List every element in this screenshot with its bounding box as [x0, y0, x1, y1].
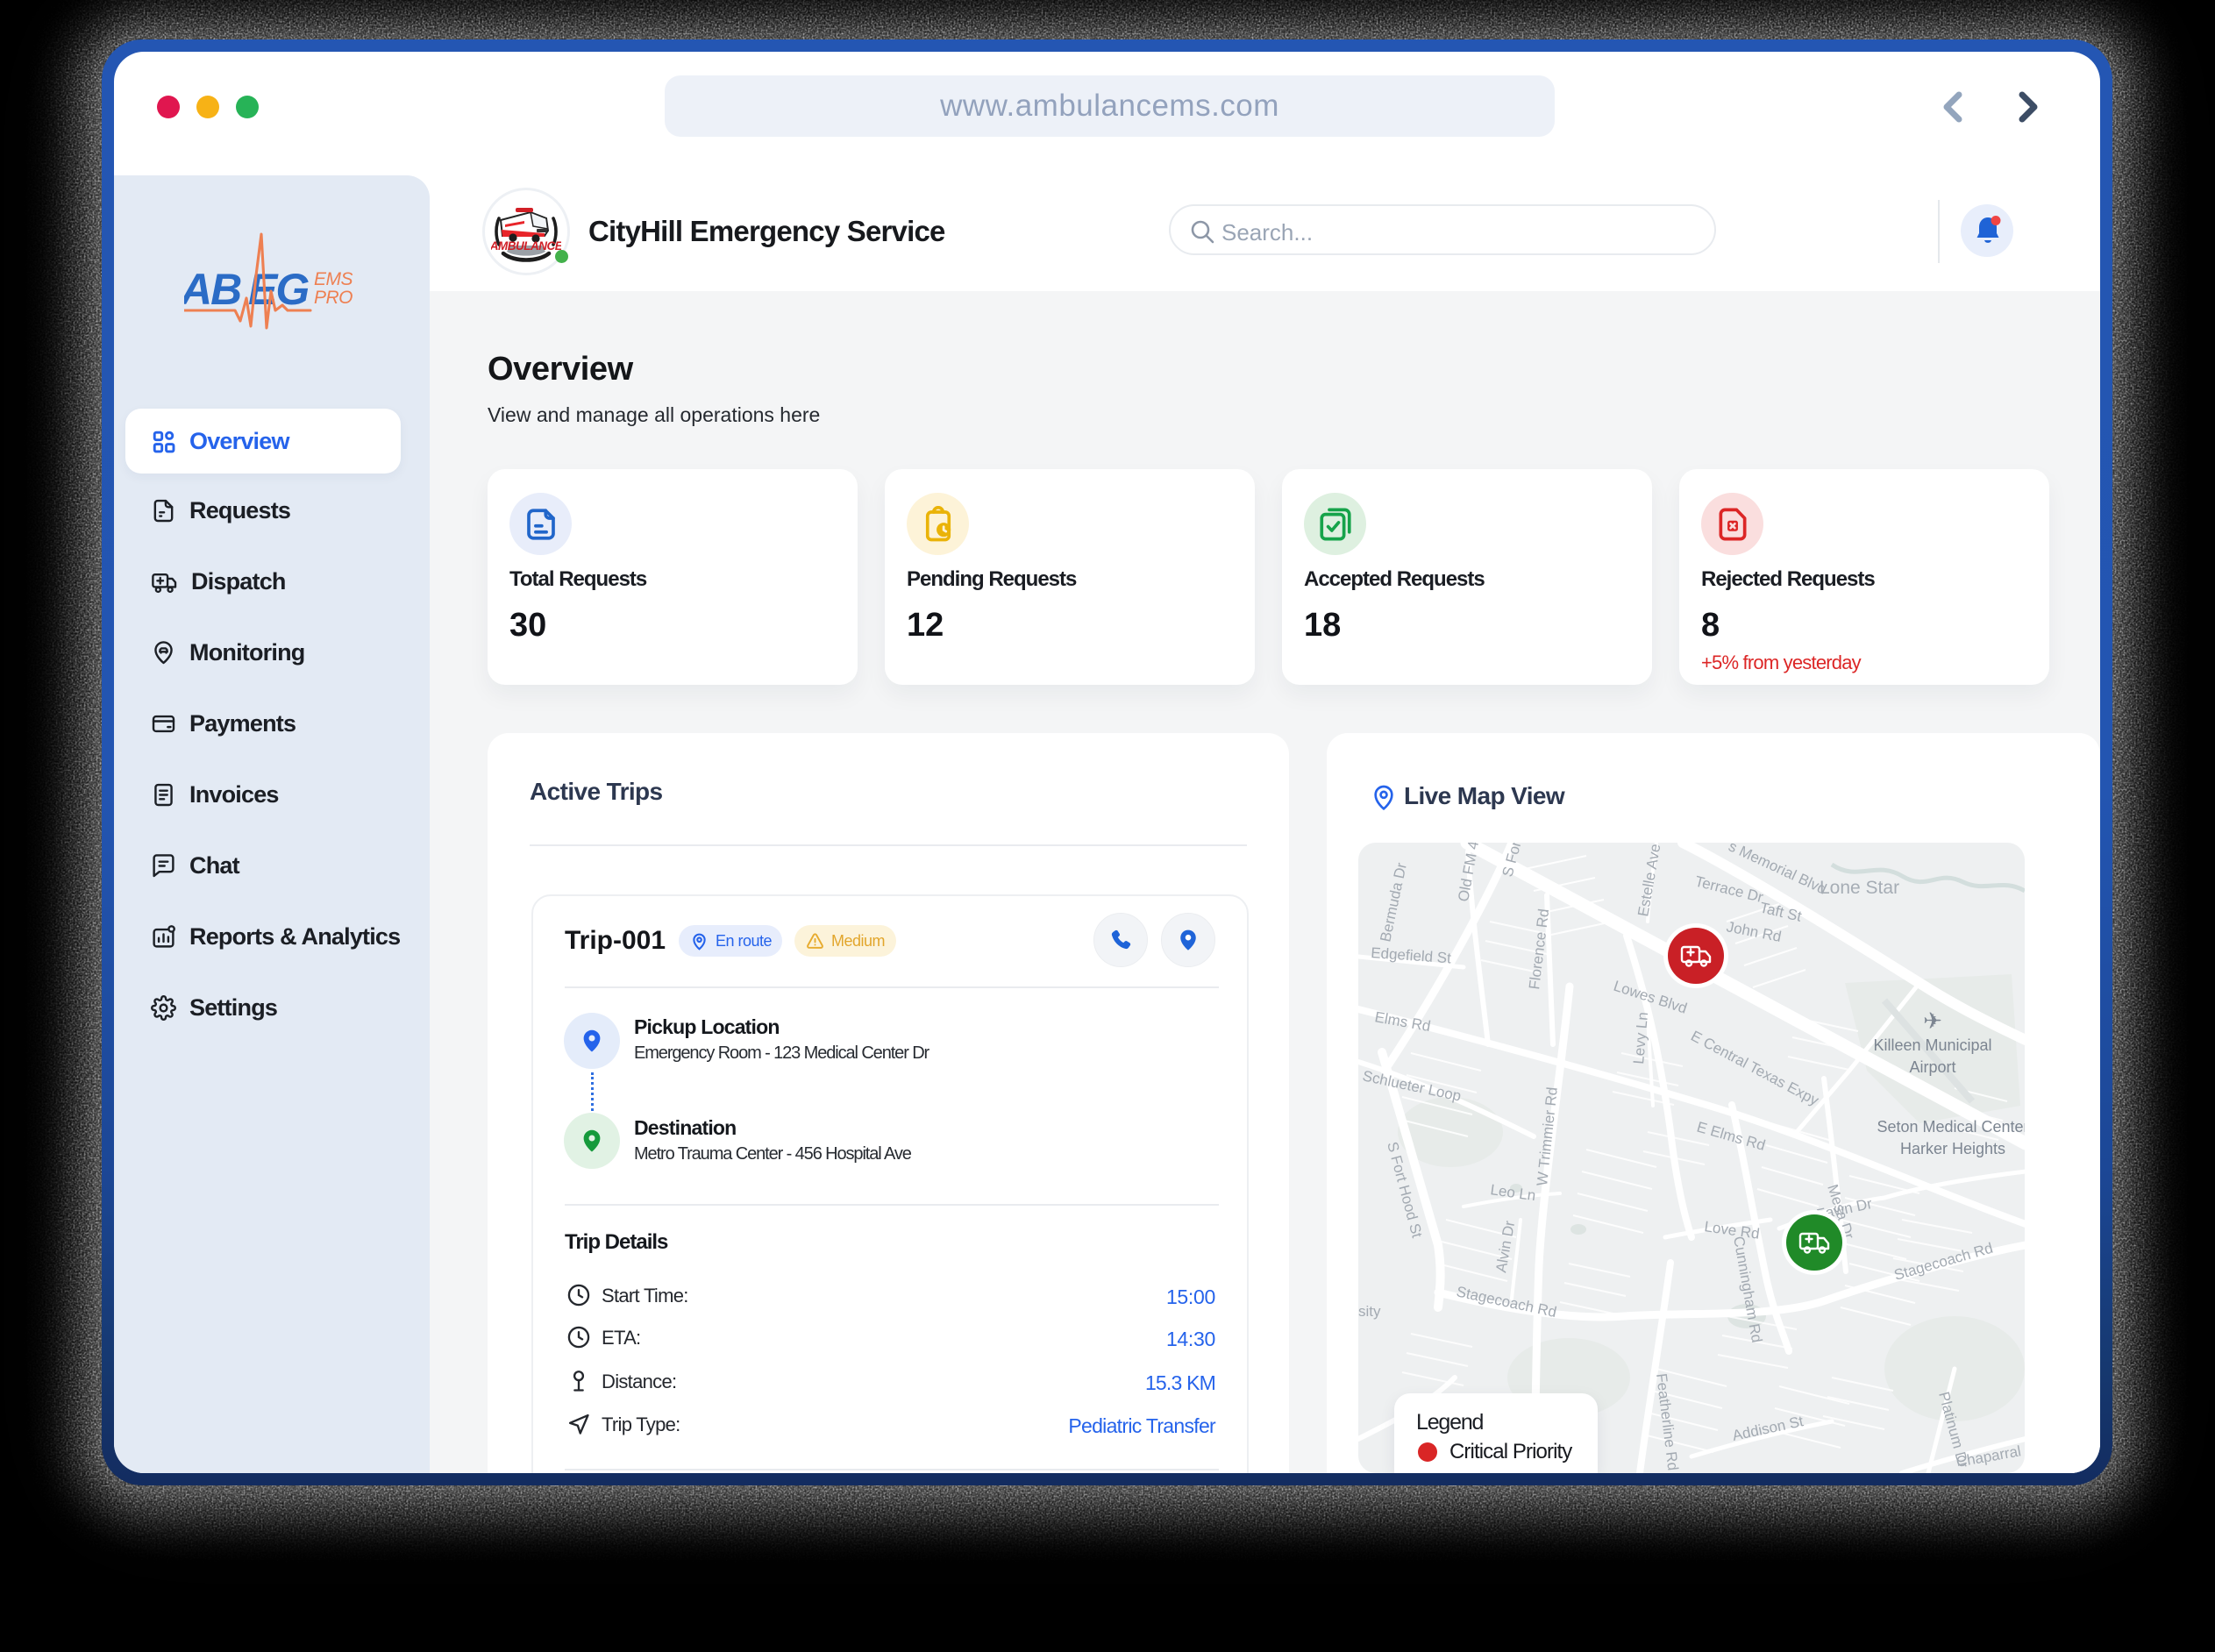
svg-text:EMS: EMS	[314, 269, 353, 289]
svg-text:PRO: PRO	[314, 288, 353, 308]
svg-text:Lone Star: Lone Star	[1820, 878, 1899, 898]
svg-text:Airport: Airport	[1909, 1058, 1955, 1076]
svg-text:AB: AB	[184, 265, 241, 314]
svg-text:Seton Medical Center: Seton Medical Center	[1877, 1118, 2025, 1136]
svg-text:AMBULANCE: AMBULANCE	[491, 239, 561, 253]
svg-text:sity: sity	[1358, 1303, 1381, 1320]
svg-text:Killeen Municipal: Killeen Municipal	[1873, 1036, 1991, 1054]
svg-text:Harker Heights: Harker Heights	[1900, 1140, 2005, 1157]
svg-text:✈: ✈	[1923, 1008, 1942, 1034]
